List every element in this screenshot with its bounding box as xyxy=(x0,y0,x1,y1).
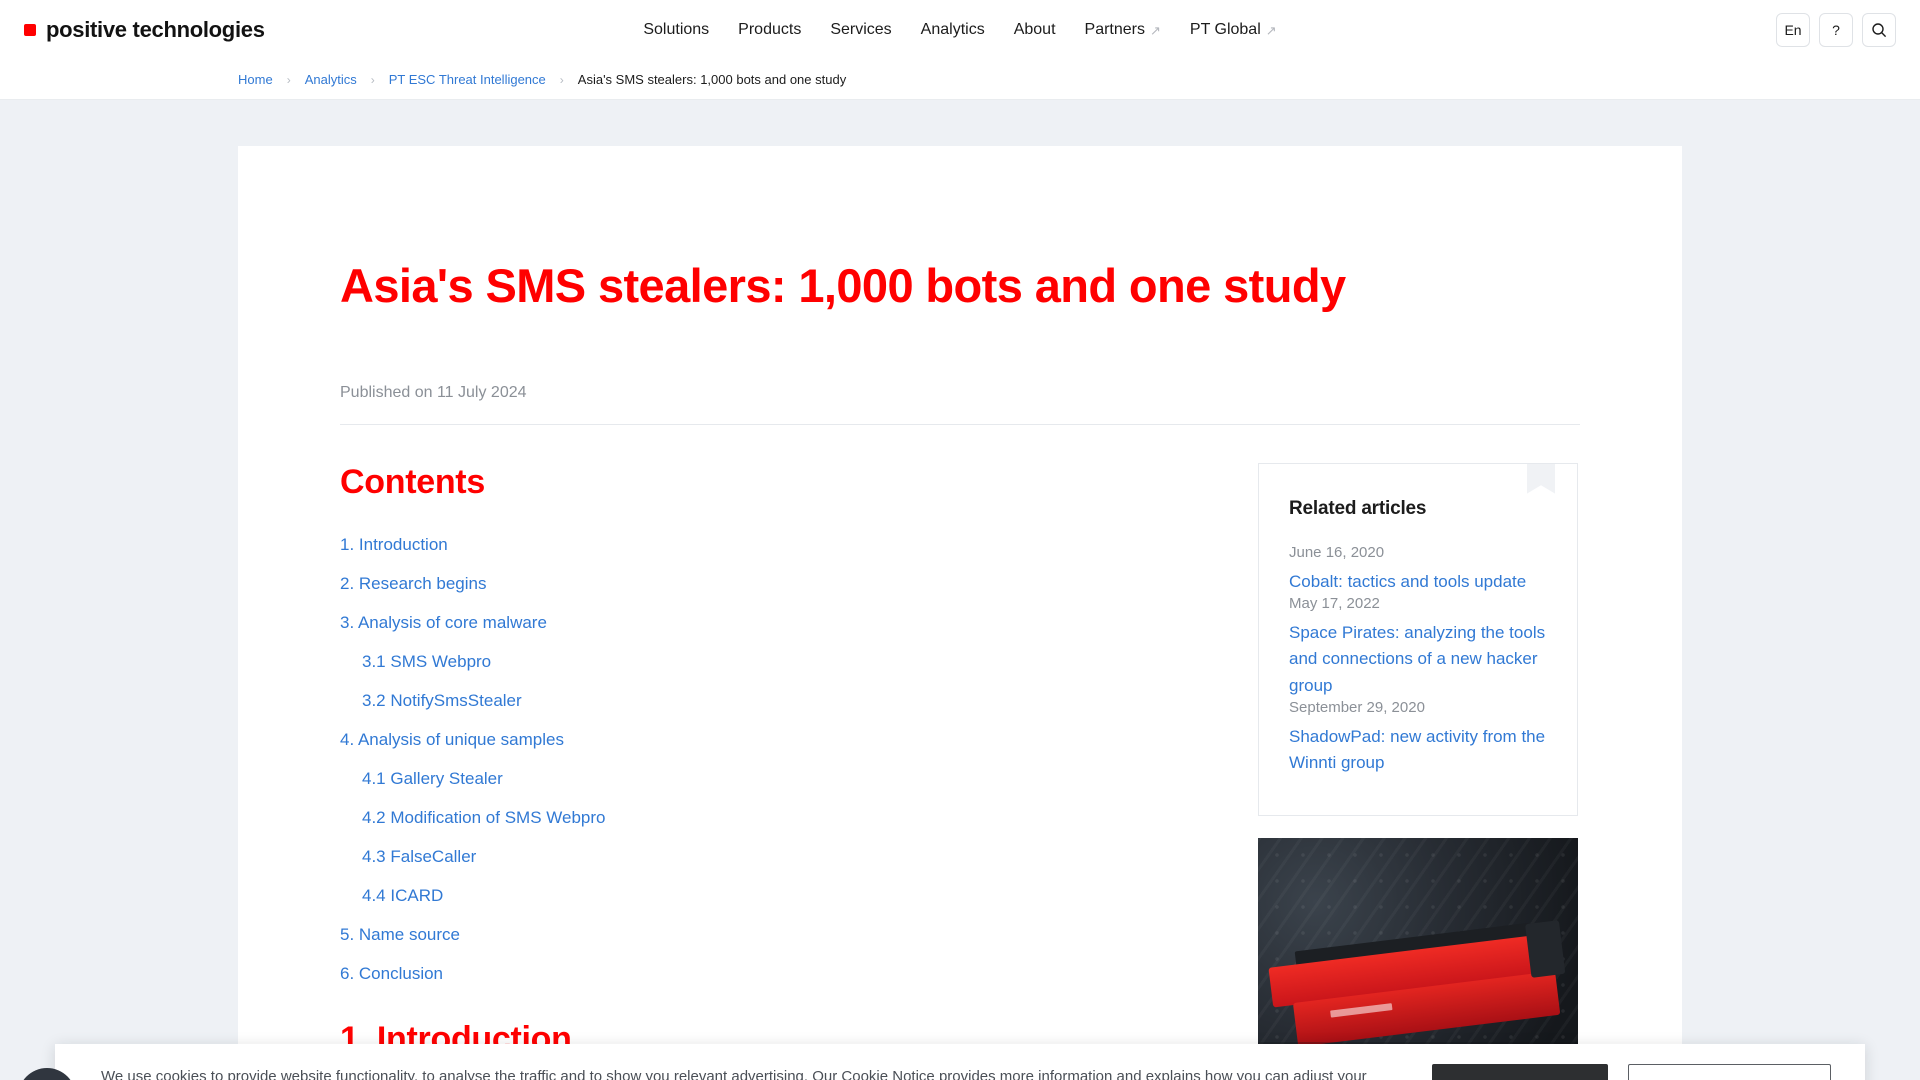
breadcrumb-separator-icon: › xyxy=(286,72,291,87)
header-actions: En ? xyxy=(1776,13,1896,47)
nav-item-about[interactable]: About xyxy=(1014,21,1056,39)
nav-item-products[interactable]: Products xyxy=(738,21,801,39)
logo-mark-icon xyxy=(24,24,36,36)
toc-item[interactable]: 6. Conclusion xyxy=(340,964,443,984)
breadcrumb-item-home[interactable]: Home xyxy=(238,72,273,87)
toc-item[interactable]: 3. Analysis of core malware xyxy=(340,613,547,633)
cookie-consent-region: We use cookies to provide website functi… xyxy=(0,1044,1920,1080)
toc-item[interactable]: 5. Name source xyxy=(340,925,460,945)
contents-heading: Contents xyxy=(340,462,485,501)
breadcrumb: Home › Analytics › PT ESC Threat Intelli… xyxy=(0,60,1920,100)
external-link-icon: ↗ xyxy=(1149,22,1161,38)
logo[interactable]: positive technologies xyxy=(24,17,265,43)
toc-item[interactable]: 1. Introduction xyxy=(340,535,448,555)
appliance-end-cap xyxy=(1525,919,1566,978)
top-navigation-bar: positive technologies Solutions Products… xyxy=(0,0,1920,60)
cookie-consent-actions: Accept All Cookie Preferences xyxy=(1398,1064,1831,1080)
related-article-link[interactable]: Cobalt: tactics and tools update xyxy=(1289,569,1547,595)
article-sidebar: Related articles June 16, 2020 Cobalt: t… xyxy=(1258,462,1578,1080)
page-background: Asia's SMS stealers: 1,000 bots and one … xyxy=(0,100,1920,1080)
nav-item-label: Products xyxy=(738,21,802,38)
nav-item-label: Services xyxy=(830,21,892,38)
related-articles-card: Related articles June 16, 2020 Cobalt: t… xyxy=(1258,462,1578,816)
accept-all-button[interactable]: Accept All xyxy=(1432,1064,1609,1080)
breadcrumb-item-pt-esc-threat-intelligence[interactable]: PT ESC Threat Intelligence xyxy=(389,72,546,87)
article-main-column: Contents 1. Introduction 2. Research beg… xyxy=(340,463,1230,1080)
related-articles-heading: Related articles xyxy=(1289,497,1427,519)
related-article-link[interactable]: ShadowPad: new activity from the Winnti … xyxy=(1289,724,1547,777)
primary-nav: Solutions Products Services Analytics Ab… xyxy=(643,21,1276,39)
related-article-item: September 29, 2020 ShadowPad: new activi… xyxy=(1289,699,1547,777)
related-article-item: May 17, 2022 Space Pirates: analyzing th… xyxy=(1289,595,1547,699)
toc-item[interactable]: 4. Analysis of unique samples xyxy=(340,730,564,750)
publish-date: Published on 11 July 2024 xyxy=(340,384,1580,425)
bookmark-ribbon-icon xyxy=(1527,463,1555,494)
language-switcher-button[interactable]: En xyxy=(1776,13,1810,47)
nav-item-label: Analytics xyxy=(920,21,985,38)
cookie-consent-text: We use cookies to provide website functi… xyxy=(101,1066,1398,1080)
related-article-date: June 16, 2020 xyxy=(1289,543,1385,561)
search-icon xyxy=(1872,23,1887,38)
nav-item-solutions[interactable]: Solutions xyxy=(643,21,709,39)
nav-item-label: About xyxy=(1013,21,1056,38)
nav-item-partners[interactable]: Partners ↗ xyxy=(1085,21,1161,39)
external-link-icon: ↗ xyxy=(1265,22,1277,38)
breadcrumb-separator-icon: › xyxy=(559,72,564,87)
related-article-link[interactable]: Space Pirates: analyzing the tools and c… xyxy=(1289,620,1547,699)
related-article-date: May 17, 2022 xyxy=(1289,594,1380,612)
nav-item-label: Solutions xyxy=(643,21,710,38)
toc-item[interactable]: 2. Research begins xyxy=(340,574,486,594)
toc-item[interactable]: 4.2 Modification of SMS Webpro xyxy=(362,808,605,828)
toc-item[interactable]: 4.1 Gallery Stealer xyxy=(362,769,503,789)
cookie-notice-text: We use cookies to provide website functi… xyxy=(101,1067,1367,1080)
related-article-item: June 16, 2020 Cobalt: tactics and tools … xyxy=(1289,544,1547,595)
table-of-contents: 1. Introduction 2. Research begins 3. An… xyxy=(340,535,1230,984)
article-sheet: Asia's SMS stealers: 1,000 bots and one … xyxy=(238,146,1682,1080)
toc-item[interactable]: 3.2 NotifySmsStealer xyxy=(362,691,522,711)
toc-item[interactable]: 3.1 SMS Webpro xyxy=(362,652,491,672)
breadcrumb-item-current: Asia's SMS stealers: 1,000 bots and one … xyxy=(577,72,847,87)
nav-item-label: PT Global xyxy=(1189,21,1261,38)
nav-item-label: Partners xyxy=(1084,21,1145,38)
nav-item-services[interactable]: Services xyxy=(830,21,891,39)
logo-text: positive technologies xyxy=(46,17,265,42)
related-article-date: September 29, 2020 xyxy=(1289,699,1425,716)
toc-item[interactable]: 4.3 FalseCaller xyxy=(362,847,476,867)
page-title: Asia's SMS stealers: 1,000 bots and one … xyxy=(340,259,1346,312)
nav-item-pt-global[interactable]: PT Global ↗ xyxy=(1190,21,1277,39)
nav-item-analytics[interactable]: Analytics xyxy=(921,21,985,39)
breadcrumb-item-analytics[interactable]: Analytics xyxy=(305,72,357,87)
search-button[interactable] xyxy=(1862,13,1896,47)
cookie-consent-banner: We use cookies to provide website functi… xyxy=(55,1044,1865,1080)
breadcrumb-separator-icon: › xyxy=(370,72,375,87)
toc-item[interactable]: 4.4 ICARD xyxy=(362,886,443,906)
help-button[interactable]: ? xyxy=(1819,13,1853,47)
cookie-preferences-button[interactable]: Cookie Preferences xyxy=(1628,1064,1831,1080)
